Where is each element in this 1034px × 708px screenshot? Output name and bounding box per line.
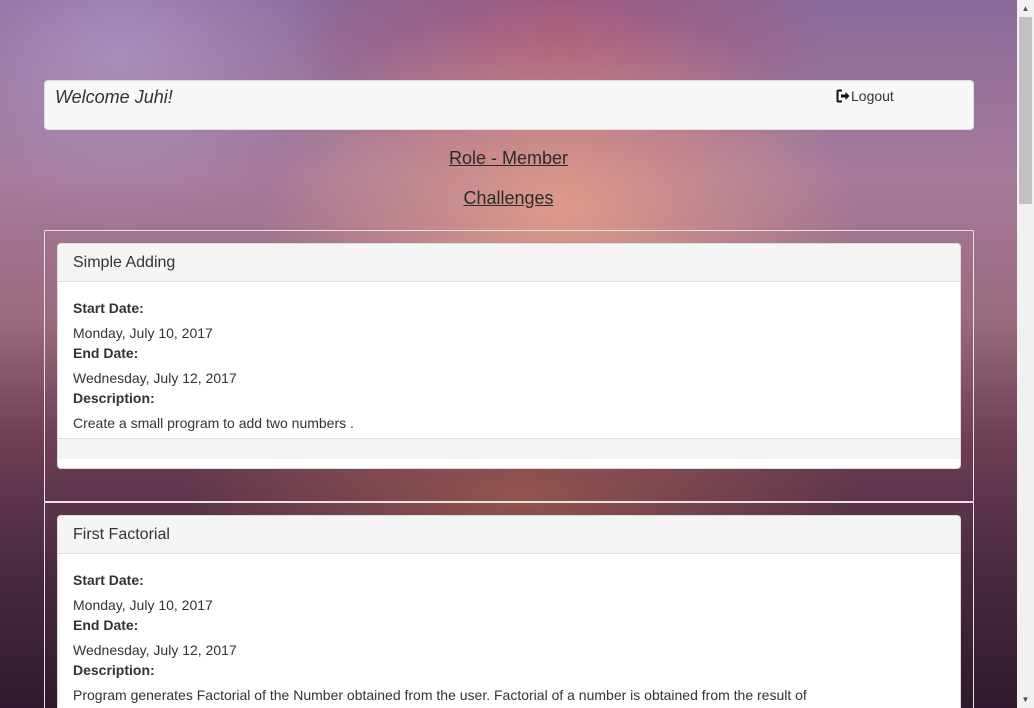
scrollbar-thumb[interactable] <box>1019 17 1032 204</box>
end-date-value: Wednesday, July 12, 2017 <box>73 642 237 658</box>
role-link[interactable]: Role - Member <box>0 148 1017 169</box>
description-label: Description: <box>73 390 155 406</box>
log-out-icon <box>836 89 850 103</box>
page: Welcome Juhi! Logout Role - Member Chall… <box>0 0 1017 708</box>
start-date-value: Monday, July 10, 2017 <box>73 597 213 613</box>
challenge-body: Start Date: Monday, July 10, 2017 End Da… <box>58 282 960 438</box>
challenge-card-wrapper: First Factorial Start Date: Monday, July… <box>44 502 974 708</box>
description-value: Create a small program to add two number… <box>73 415 354 431</box>
scroll-up-arrow-icon[interactable]: ▲ <box>1017 0 1034 17</box>
start-date-value: Monday, July 10, 2017 <box>73 325 213 341</box>
start-date-label: Start Date: <box>73 300 144 316</box>
vertical-scrollbar[interactable]: ▲ ▼ <box>1017 0 1034 708</box>
description-value: Program generates Factorial of the Numbe… <box>73 687 807 703</box>
welcome-message: Welcome Juhi! <box>55 87 173 107</box>
start-date-label: Start Date: <box>73 572 144 588</box>
challenge-body: Start Date: Monday, July 10, 2017 End Da… <box>58 554 960 708</box>
logout-label: Logout <box>851 88 894 104</box>
end-date-label: End Date: <box>73 345 139 361</box>
end-date-label: End Date: <box>73 617 139 633</box>
challenge-panel: Simple Adding Start Date: Monday, July 1… <box>57 243 961 469</box>
challenge-panel: First Factorial Start Date: Monday, July… <box>57 515 961 708</box>
scroll-down-arrow-icon[interactable]: ▼ <box>1017 691 1034 708</box>
top-navbar: Welcome Juhi! Logout <box>44 80 974 130</box>
challenge-title: Simple Adding <box>58 244 960 282</box>
end-date-value: Wednesday, July 12, 2017 <box>73 370 237 386</box>
challenge-title: First Factorial <box>58 516 960 554</box>
challenges-link[interactable]: Challenges <box>0 188 1017 209</box>
challenge-footer <box>58 438 960 459</box>
challenge-card-wrapper: Simple Adding Start Date: Monday, July 1… <box>44 230 974 502</box>
logout-button[interactable]: Logout <box>836 88 894 104</box>
description-label: Description: <box>73 662 155 678</box>
